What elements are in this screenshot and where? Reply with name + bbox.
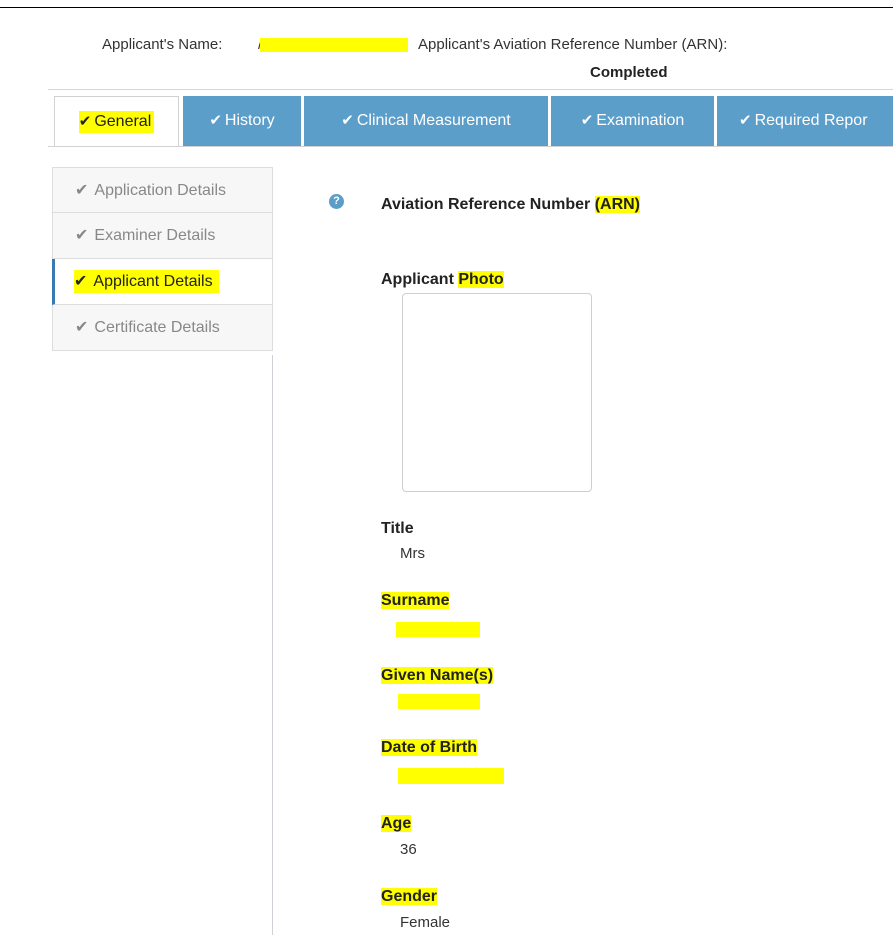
given-names-label: Given Name(s) <box>381 667 494 684</box>
check-icon: ✔ <box>75 319 89 336</box>
tab-examination[interactable]: ✔ Examination <box>551 96 714 146</box>
tab-required-reports-label: Required Repor <box>754 112 868 129</box>
dob-label: Date of Birth <box>381 739 477 756</box>
header-divider <box>48 89 893 90</box>
tab-required-reports[interactable]: ✔ Required Repor <box>717 96 893 146</box>
tab-clinical-measurement[interactable]: ✔ Clinical Measurement <box>304 96 548 146</box>
redaction-highlight <box>260 38 408 52</box>
sidebar-item-applicant-details[interactable]: ✔ Applicant Details <box>52 259 273 305</box>
applicant-arn-label: Applicant's Aviation Reference Number (A… <box>418 36 728 53</box>
help-icon[interactable]: ? <box>329 194 344 209</box>
dob-value-redacted <box>398 768 504 784</box>
gender-value: Female <box>400 914 451 931</box>
check-icon: ✔ <box>75 182 89 199</box>
sidebar-item-certificate-details[interactable]: ✔ Certificate Details <box>52 305 273 351</box>
tab-general-label: General <box>94 113 152 130</box>
check-icon: ✔ <box>74 273 88 290</box>
tab-history[interactable]: ✔ History <box>183 96 301 146</box>
sidebar-item-label: Application Details <box>94 182 227 199</box>
sidebar-item-application-details[interactable]: ✔ Application Details <box>52 167 273 213</box>
check-icon: ✔ <box>341 112 354 129</box>
sidebar: ✔ Application Details ✔ Examiner Details ✔… <box>52 167 273 351</box>
photo-label: Applicant Photo <box>381 271 504 288</box>
check-icon: ✔ <box>580 112 594 129</box>
sidebar-item-label: Applicant Details <box>93 273 213 290</box>
status-text: Completed <box>590 64 668 81</box>
sidebar-item-label: Certificate Details <box>94 319 220 336</box>
check-icon: ✔ <box>75 227 89 244</box>
age-label: Age <box>381 815 412 832</box>
sidebar-divider <box>272 355 273 935</box>
gender-label: Gender <box>381 888 438 905</box>
applicant-name-label: Applicant's Name: <box>102 36 223 53</box>
sidebar-item-examiner-details[interactable]: ✔ Examiner Details <box>52 213 273 259</box>
tab-bar: ✔ General ✔ History ✔ Clinical Measurement … <box>48 96 893 147</box>
applicant-photo <box>402 293 592 492</box>
check-icon: ✔ <box>209 112 222 129</box>
tab-baseline <box>48 146 893 147</box>
title-value: Mrs <box>400 545 425 562</box>
sidebar-item-label: Examiner Details <box>94 227 216 244</box>
arn-label: Aviation Reference Number (ARN) <box>381 196 641 213</box>
applicant-header: Applicant's Name: / Applicant's Aviation… <box>0 36 893 58</box>
tab-general[interactable]: ✔ General <box>54 96 179 147</box>
tab-history-label: History <box>224 112 275 129</box>
title-label: Title <box>381 520 414 537</box>
check-icon: ✔ <box>78 113 92 130</box>
top-border <box>0 7 893 8</box>
tab-clinical-measurement-label: Clinical Measurement <box>356 112 511 129</box>
given-names-value-redacted <box>398 694 480 709</box>
surname-value-redacted <box>396 622 480 637</box>
age-value: 36 <box>400 841 417 858</box>
check-icon: ✔ <box>739 112 752 129</box>
surname-label: Surname <box>381 592 450 609</box>
tab-examination-label: Examination <box>596 112 685 129</box>
